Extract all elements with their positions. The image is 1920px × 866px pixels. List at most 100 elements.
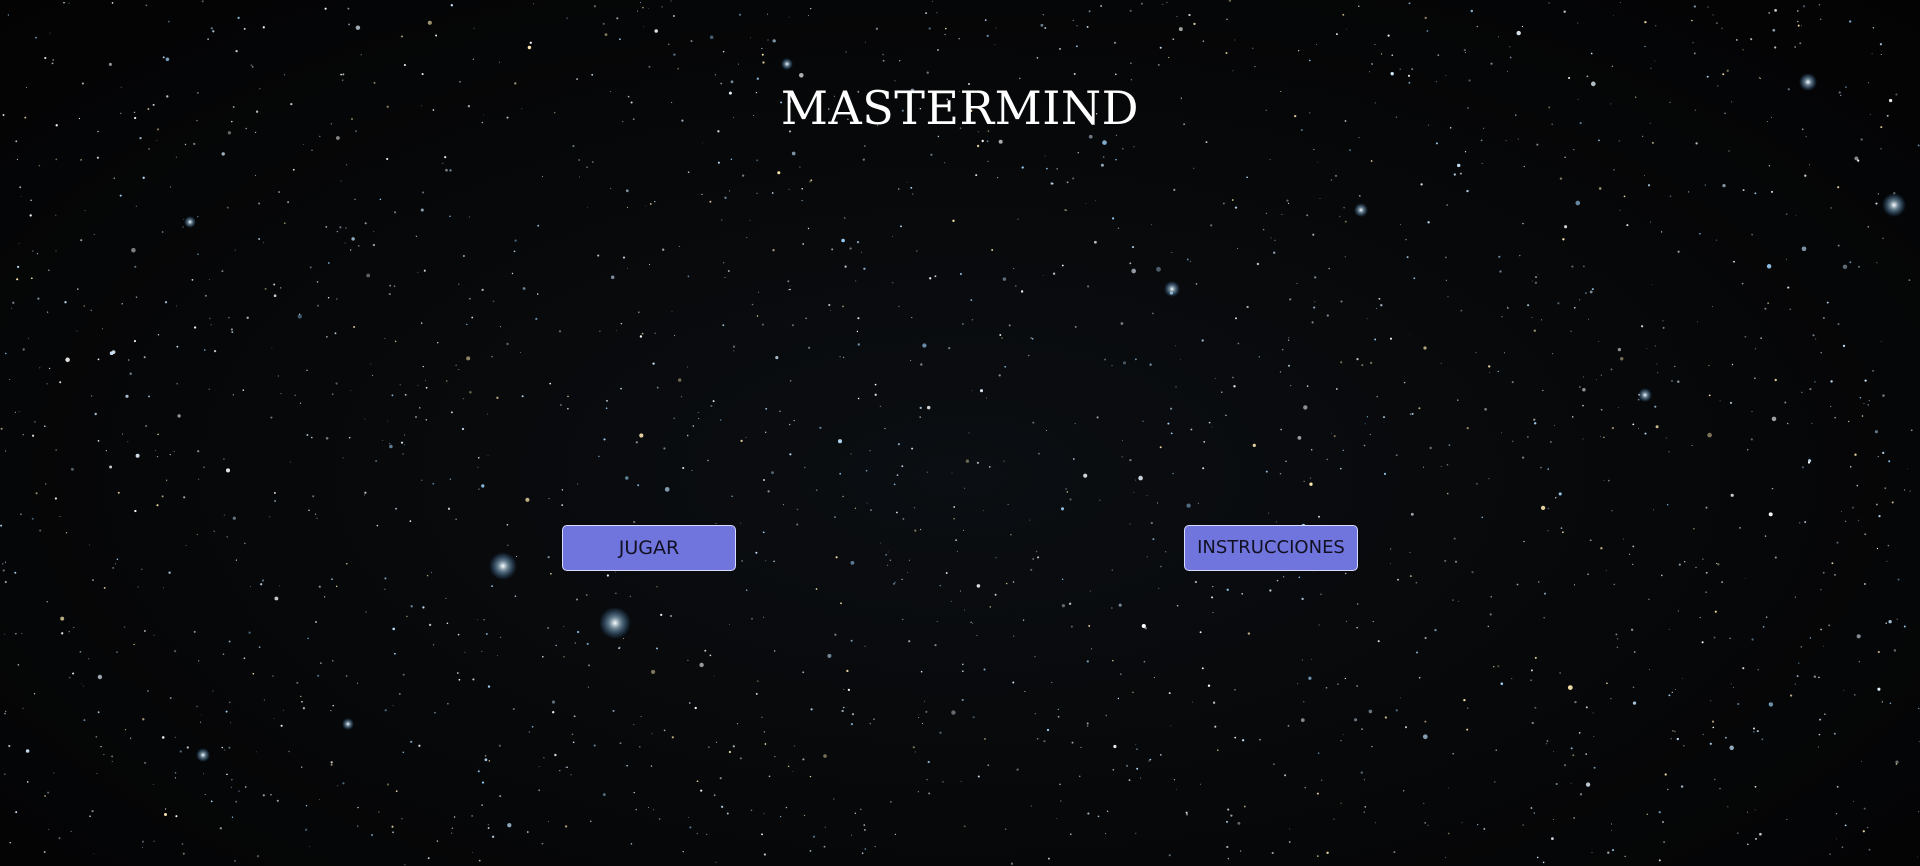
star bbox=[203, 466, 205, 469]
star bbox=[1753, 727, 1755, 730]
star bbox=[1452, 752, 1454, 755]
star bbox=[914, 751, 916, 753]
star bbox=[264, 287, 267, 290]
star bbox=[1593, 735, 1595, 737]
instructions-button[interactable]: INSTRUCCIONES bbox=[1184, 525, 1358, 571]
star bbox=[1828, 624, 1831, 627]
star bbox=[874, 845, 876, 848]
star bbox=[353, 325, 356, 329]
star bbox=[746, 236, 748, 238]
star bbox=[1750, 438, 1753, 441]
star bbox=[1372, 620, 1374, 623]
star bbox=[1037, 556, 1040, 559]
star bbox=[1071, 741, 1074, 744]
star bbox=[846, 669, 849, 673]
star bbox=[1273, 251, 1276, 254]
star bbox=[1010, 534, 1012, 536]
star bbox=[1794, 596, 1796, 598]
star bbox=[365, 611, 367, 613]
star bbox=[1409, 552, 1411, 554]
star bbox=[156, 504, 159, 507]
star bbox=[487, 827, 490, 829]
star bbox=[913, 506, 916, 509]
star bbox=[117, 491, 120, 494]
star bbox=[252, 66, 254, 68]
star bbox=[591, 161, 594, 163]
star bbox=[308, 846, 310, 848]
star bbox=[721, 805, 724, 808]
star bbox=[415, 235, 417, 237]
star bbox=[360, 54, 362, 56]
star bbox=[1340, 740, 1342, 742]
star bbox=[767, 39, 769, 41]
star bbox=[1335, 33, 1338, 36]
star bbox=[499, 326, 502, 328]
star bbox=[1403, 790, 1405, 792]
star bbox=[1533, 329, 1537, 332]
star bbox=[756, 315, 759, 317]
star bbox=[94, 412, 97, 416]
star bbox=[1897, 578, 1900, 581]
star bbox=[1674, 730, 1676, 733]
star bbox=[610, 275, 615, 280]
star bbox=[48, 367, 51, 370]
star bbox=[244, 786, 247, 788]
star bbox=[1844, 824, 1847, 827]
star bbox=[197, 216, 199, 218]
star bbox=[674, 335, 676, 337]
star bbox=[1509, 56, 1512, 59]
star bbox=[1632, 423, 1635, 426]
star bbox=[198, 660, 200, 662]
star bbox=[587, 686, 590, 688]
star bbox=[1668, 628, 1670, 630]
star bbox=[129, 737, 132, 739]
star bbox=[59, 381, 62, 384]
star bbox=[1879, 43, 1882, 46]
star bbox=[1789, 308, 1791, 311]
star bbox=[1300, 718, 1305, 722]
star bbox=[1374, 43, 1376, 46]
star bbox=[1390, 563, 1392, 565]
star bbox=[156, 455, 159, 458]
star bbox=[717, 161, 720, 164]
star bbox=[1585, 782, 1591, 787]
play-button[interactable]: JUGAR bbox=[562, 525, 736, 571]
star bbox=[1543, 592, 1547, 595]
star bbox=[1424, 636, 1427, 640]
star bbox=[297, 314, 302, 319]
star bbox=[197, 253, 199, 255]
star bbox=[1416, 651, 1418, 654]
star bbox=[1547, 507, 1550, 510]
star bbox=[400, 441, 404, 444]
star bbox=[472, 678, 475, 681]
star bbox=[487, 823, 490, 826]
star bbox=[1170, 407, 1173, 410]
star bbox=[842, 495, 844, 498]
star bbox=[1111, 607, 1113, 609]
star bbox=[22, 434, 24, 436]
star bbox=[1288, 841, 1291, 843]
star bbox=[1863, 583, 1866, 585]
star bbox=[809, 180, 811, 183]
star bbox=[1598, 139, 1600, 142]
star bbox=[1086, 722, 1089, 725]
star bbox=[364, 222, 367, 225]
star bbox=[1331, 432, 1333, 434]
star bbox=[70, 830, 72, 833]
star bbox=[1771, 416, 1777, 422]
star bbox=[58, 837, 61, 840]
star bbox=[225, 468, 231, 473]
star bbox=[1695, 566, 1697, 569]
star bbox=[983, 510, 985, 511]
star bbox=[315, 513, 317, 515]
star bbox=[549, 382, 552, 385]
star bbox=[68, 676, 71, 679]
star bbox=[741, 174, 745, 177]
star bbox=[1005, 582, 1008, 585]
star bbox=[830, 310, 832, 312]
star bbox=[559, 403, 562, 407]
star bbox=[1836, 838, 1838, 840]
star bbox=[1573, 817, 1575, 819]
star bbox=[1149, 758, 1152, 761]
star bbox=[351, 237, 355, 241]
